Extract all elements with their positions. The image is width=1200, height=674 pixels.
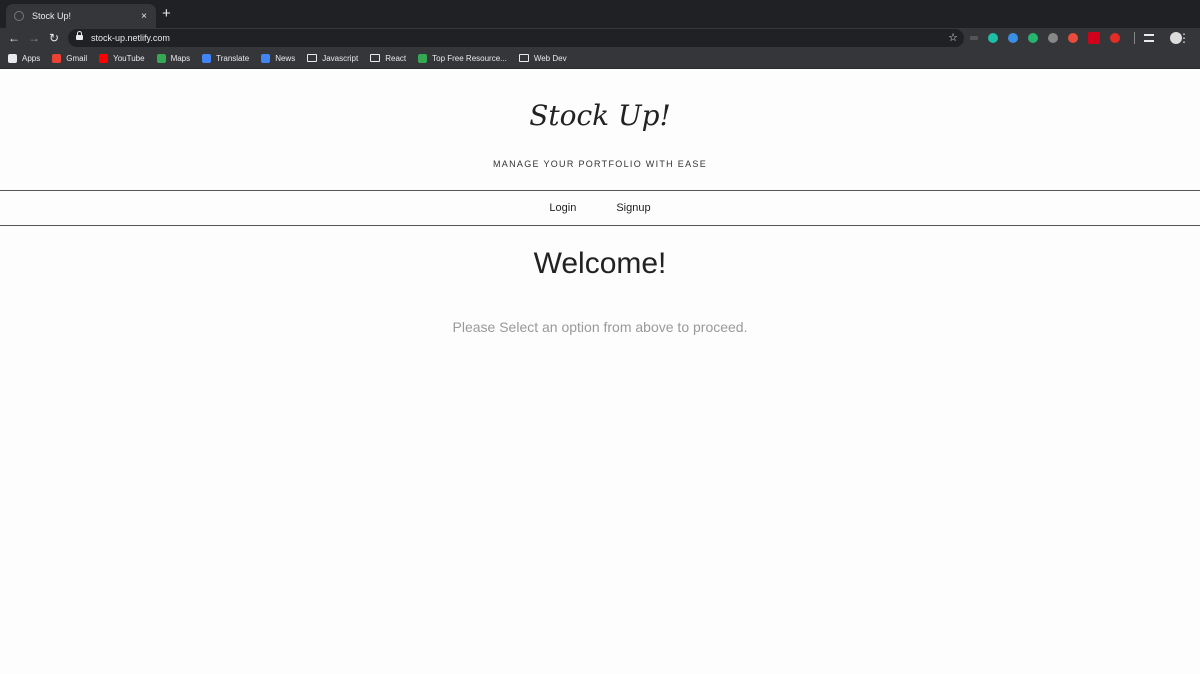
login-link[interactable]: Login: [549, 202, 576, 214]
extension-icon[interactable]: [1068, 33, 1078, 43]
new-tab-button[interactable]: +: [162, 6, 171, 22]
bookmark-item[interactable]: Top Free Resource...: [418, 53, 507, 63]
main-nav: Login Signup: [0, 190, 1200, 226]
url-text[interactable]: stock-up.netlify.com: [91, 33, 170, 43]
bookmark-item[interactable]: Javascript: [307, 54, 358, 63]
bookmark-item[interactable]: Web Dev: [518, 53, 567, 63]
apps-grid-icon: [8, 53, 17, 63]
bookmark-item[interactable]: React: [370, 54, 406, 63]
bookmark-label: Gmail: [66, 53, 88, 63]
extension-icon[interactable]: [970, 36, 978, 40]
back-arrow-icon[interactable]: ←: [4, 28, 24, 48]
lock-icon: [76, 31, 83, 42]
playlist-icon[interactable]: [1144, 34, 1154, 42]
bookmark-item[interactable]: News: [261, 53, 296, 63]
tagline: MANAGE YOUR PORTFOLIO WITH EASE: [493, 159, 707, 169]
tab-title: Stock Up!: [32, 11, 72, 21]
maps-icon: [156, 53, 166, 63]
extension-icon[interactable]: [1008, 33, 1018, 43]
folder-icon: [518, 54, 529, 62]
brand-title: Stock Up!: [529, 99, 671, 132]
bookmark-item[interactable]: YouTube: [99, 53, 145, 63]
bookmark-item[interactable]: Maps: [156, 53, 191, 63]
translate-icon: [202, 53, 212, 63]
browser-toolbar: ← → ↻ stock-up.netlify.com ☆ ⋮: [0, 28, 1200, 48]
extension-icon[interactable]: [1048, 33, 1058, 43]
bookmark-label: Javascript: [322, 53, 359, 63]
extension-icon[interactable]: [1088, 32, 1100, 44]
news-icon: [261, 53, 271, 63]
tab-favicon-icon: [14, 11, 24, 21]
page-content: Stock Up! MANAGE YOUR PORTFOLIO WITH EAS…: [0, 69, 1200, 674]
youtube-icon: [99, 53, 109, 63]
bookmark-item[interactable]: Apps: [8, 53, 41, 63]
bookmark-label: Maps: [170, 53, 191, 63]
extension-icon[interactable]: [1110, 33, 1120, 43]
bookmark-star-icon[interactable]: ☆: [948, 31, 958, 44]
bookmark-label: News: [275, 53, 296, 63]
extensions-area: [970, 28, 1190, 48]
bookmark-label: YouTube: [113, 53, 145, 63]
resource-icon: [418, 53, 428, 63]
menu-dots-icon[interactable]: ⋮: [1178, 31, 1190, 45]
bookmark-label: Apps: [22, 53, 41, 63]
bookmark-item[interactable]: Translate: [202, 53, 250, 63]
bookmarks-bar: Apps Gmail YouTube Maps Translate News Javascr…: [0, 48, 1200, 69]
welcome-heading: Welcome!: [533, 247, 667, 280]
tab-close-icon[interactable]: ×: [136, 11, 152, 22]
signup-link[interactable]: Signup: [616, 202, 650, 214]
folder-icon: [370, 54, 381, 62]
bookmark-label: Web Dev: [533, 53, 567, 63]
gmail-icon: [52, 53, 62, 63]
extension-icon[interactable]: [988, 33, 998, 43]
bookmark-label: React: [385, 53, 407, 63]
forward-arrow-icon[interactable]: →: [24, 28, 44, 48]
reload-icon[interactable]: ↻: [44, 28, 64, 48]
address-bar[interactable]: stock-up.netlify.com ☆: [68, 29, 964, 47]
tab-strip: Stock Up! × +: [0, 0, 1200, 28]
active-tab[interactable]: Stock Up! ×: [6, 4, 156, 28]
bookmark-label: Top Free Resource...: [432, 53, 507, 63]
extension-icon[interactable]: [1028, 33, 1038, 43]
bookmark-label: Translate: [216, 53, 250, 63]
bookmark-item[interactable]: Gmail: [52, 53, 88, 63]
folder-icon: [307, 54, 318, 62]
instruction-text: Please Select an option from above to pr…: [452, 319, 748, 335]
media-control-icon[interactable]: [1134, 32, 1136, 44]
